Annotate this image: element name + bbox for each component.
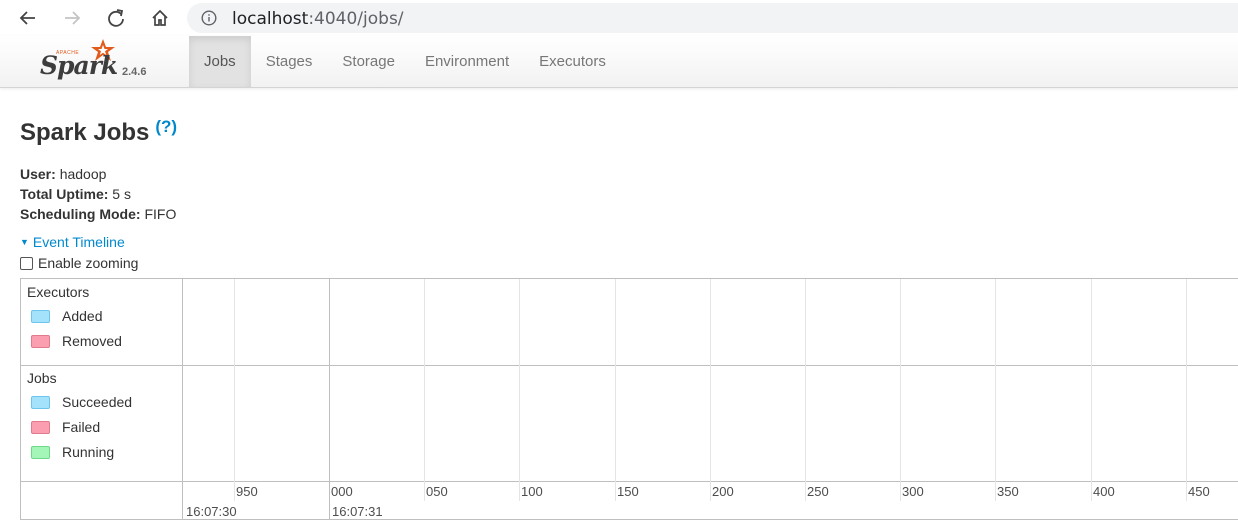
- user-value: hadoop: [59, 166, 107, 182]
- uptime-value: 5 s: [112, 186, 131, 202]
- user-row: User: hadoop: [20, 164, 176, 184]
- timeline-major-gridline: [329, 279, 330, 519]
- legend-swatch: [31, 395, 50, 409]
- job-summary: User: hadoop Total Uptime: 5 s Schedulin…: [20, 164, 176, 224]
- page-title: Spark Jobs (?): [20, 117, 177, 147]
- timeline-legend-panel: Executors Added Removed Jobs Succeeded F…: [21, 279, 183, 519]
- timeline-major-label: 16:07:31: [332, 504, 383, 519]
- executors-group-title: Executors: [27, 284, 90, 300]
- home-icon[interactable]: [146, 4, 174, 32]
- timeline-tick-label: 200: [712, 484, 734, 499]
- legend-swatch: [31, 420, 50, 434]
- spark-navbar: APACHE Spark 2.4.6 Jobs Stages Storage E…: [0, 36, 1238, 88]
- legend-label: Running: [62, 444, 115, 460]
- browser-toolbar: localhost:4040/jobs/: [0, 0, 1238, 36]
- nav-tabs: Jobs Stages Storage Environment Executor…: [189, 36, 621, 87]
- legend-executor-added: Added: [31, 308, 102, 324]
- timeline-gridline: [995, 279, 996, 501]
- timeline-gridline: [1091, 279, 1092, 501]
- legend-label: Succeeded: [62, 394, 133, 410]
- spark-version: 2.4.6: [122, 66, 147, 78]
- info-icon[interactable]: [201, 10, 217, 31]
- tab-executors[interactable]: Executors: [524, 36, 621, 87]
- legend-label: Added: [62, 308, 103, 324]
- legend-job-failed: Failed: [31, 419, 100, 435]
- timeline-gridline: [1186, 279, 1187, 501]
- timeline-gridline: [615, 279, 616, 501]
- timeline-tick-label: 350: [997, 484, 1019, 499]
- jobs-group-title: Jobs: [27, 370, 57, 386]
- spark-logo[interactable]: APACHE Spark 2.4.6: [38, 38, 178, 84]
- timeline-gridline: [234, 279, 235, 501]
- event-timeline-label: Event Timeline: [32, 234, 125, 250]
- legend-swatch: [31, 445, 50, 459]
- scheduling-mode-row: Scheduling Mode: FIFO: [20, 204, 176, 224]
- tab-storage[interactable]: Storage: [327, 36, 410, 87]
- timeline-tick-label: 150: [617, 484, 639, 499]
- timeline-gridline: [805, 279, 806, 501]
- executors-group: Executors Added Removed: [21, 279, 182, 365]
- timeline-tick-label: 100: [521, 484, 543, 499]
- timeline-gridline: [710, 279, 711, 501]
- timeline-gridline: [900, 279, 901, 501]
- timeline-tick-label: 950: [236, 484, 258, 499]
- event-timeline[interactable]: Executors Added Removed Jobs Succeeded F…: [20, 278, 1238, 520]
- forward-arrow-icon[interactable]: [58, 4, 86, 32]
- help-link[interactable]: (?): [155, 117, 177, 136]
- legend-swatch: [31, 309, 50, 323]
- legend-job-succeeded: Succeeded: [31, 394, 132, 410]
- tab-jobs[interactable]: Jobs: [189, 36, 251, 87]
- back-arrow-icon[interactable]: [14, 4, 42, 32]
- enable-zooming-checkbox[interactable]: [20, 256, 33, 270]
- enable-zooming-row: Enable zooming: [20, 255, 138, 271]
- timeline-tick-label: 450: [1188, 484, 1210, 499]
- timeline-tick-label: 300: [902, 484, 924, 499]
- timeline-tick-label: 050: [426, 484, 448, 499]
- timeline-tick-label: 000: [331, 484, 353, 499]
- enable-zooming-label: Enable zooming: [38, 255, 139, 271]
- timeline-gridline: [519, 279, 520, 501]
- uptime-label: Total Uptime:: [20, 186, 109, 202]
- timeline-tick-label: 400: [1093, 484, 1115, 499]
- address-bar[interactable]: localhost:4040/jobs/: [187, 3, 1238, 33]
- url-path: :4040/jobs/: [308, 9, 404, 29]
- timeline-major-label: 16:07:30: [186, 504, 237, 519]
- jobs-group: Jobs Succeeded Failed Running: [21, 365, 182, 481]
- scheduling-mode-value: FIFO: [144, 206, 177, 222]
- url-host: localhost: [232, 9, 309, 29]
- url-text: localhost:4040/jobs/: [232, 9, 404, 29]
- event-timeline-toggle[interactable]: ▼ Event Timeline: [20, 234, 125, 250]
- page-title-text: Spark Jobs: [20, 119, 150, 146]
- legend-job-running: Running: [31, 444, 114, 460]
- tab-stages[interactable]: Stages: [251, 36, 328, 87]
- timeline-tick-label: 250: [807, 484, 829, 499]
- tab-environment[interactable]: Environment: [410, 36, 524, 87]
- legend-executor-removed: Removed: [31, 333, 122, 349]
- uptime-row: Total Uptime: 5 s: [20, 184, 176, 204]
- legend-label: Removed: [62, 333, 122, 349]
- reload-icon[interactable]: [102, 4, 130, 32]
- timeline-gridline: [424, 279, 425, 501]
- user-label: User:: [20, 166, 56, 182]
- scheduling-mode-label: Scheduling Mode:: [20, 206, 141, 222]
- legend-label: Failed: [62, 419, 101, 435]
- timeline-grid[interactable]: 950 000 050 100 150 200 250 300 350 400 450 16:07:3…: [183, 279, 1238, 519]
- brand-name: Spark: [40, 51, 118, 80]
- caret-down-icon: ▼: [20, 237, 29, 247]
- legend-swatch: [31, 334, 50, 348]
